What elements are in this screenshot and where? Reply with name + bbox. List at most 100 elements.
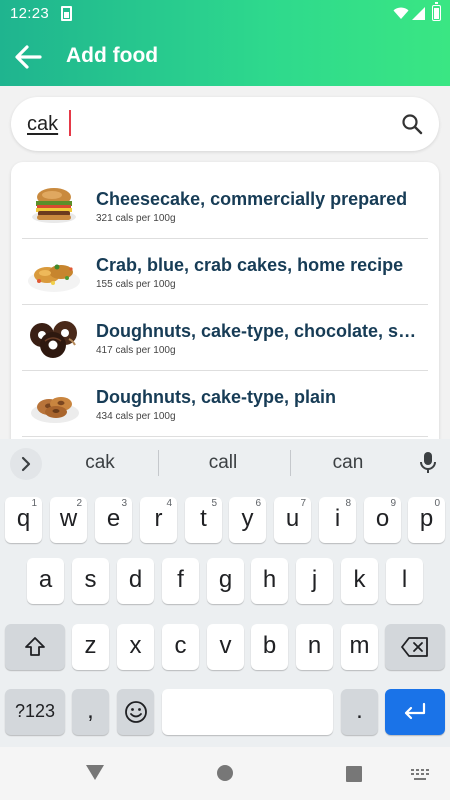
battery-icon (432, 2, 441, 21)
food-name: Crab, blue, crab cakes, home recipe (96, 255, 404, 275)
key-u[interactable]: u7 (274, 497, 311, 543)
key-k[interactable]: k (341, 558, 378, 604)
food-name: Cheesecake, commercially prepared (96, 189, 408, 209)
suggestion-can[interactable]: can (293, 452, 403, 474)
suggestion-strip: cak call can (0, 439, 450, 487)
list-item[interactable]: Doughnuts, cake-type, chocolate, sugared… (22, 305, 428, 371)
plain-doughnuts-image (27, 377, 81, 431)
key-x[interactable]: x (117, 624, 154, 670)
list-item[interactable]: Crab, blue, crab cakes, home recipe 155 … (22, 239, 428, 305)
key-t[interactable]: t5 (185, 497, 222, 543)
suggestion-call[interactable]: call (168, 452, 278, 474)
suggestion-cak[interactable]: cak (45, 452, 155, 474)
key-hint: 9 (390, 498, 396, 509)
enter-icon (404, 702, 426, 720)
emoji-key[interactable] (117, 689, 154, 735)
key-z[interactable]: z (72, 624, 109, 670)
period-key[interactable]: . (341, 689, 378, 735)
key-w[interactable]: w2 (50, 497, 87, 543)
results-list: Cheesecake, commercially prepared 321 ca… (11, 162, 439, 452)
microphone-icon[interactable] (419, 451, 437, 475)
key-label: u (285, 505, 300, 532)
key-o[interactable]: o9 (364, 497, 401, 543)
key-hint: 3 (121, 498, 127, 509)
recents-square-icon[interactable] (346, 766, 362, 782)
key-label: e (106, 505, 121, 532)
key-hint: 1 (31, 498, 37, 509)
shift-icon (25, 637, 45, 656)
key-label: t (200, 505, 207, 532)
divider (290, 450, 291, 476)
back-triangle-icon[interactable] (86, 765, 104, 781)
food-name: Doughnuts, cake-type, plain (96, 387, 337, 407)
key-hint: 5 (211, 498, 217, 509)
key-q[interactable]: q1 (5, 497, 42, 543)
expand-toolbar-button[interactable] (10, 448, 42, 480)
key-a[interactable]: a (27, 558, 64, 604)
key-g[interactable]: g (207, 558, 244, 604)
key-hint: 0 (434, 498, 440, 509)
key-label: o (375, 505, 390, 532)
food-name: Doughnuts, cake-type, chocolate, sugared… (96, 321, 426, 341)
text-cursor (69, 110, 71, 136)
symbols-key[interactable]: ?123 (5, 689, 65, 735)
cheesecake-image (27, 179, 81, 233)
page-title: Add food (66, 44, 159, 67)
key-v[interactable]: v (207, 624, 244, 670)
list-item[interactable]: Doughnuts, cake-type, plain 434 cals per… (22, 371, 428, 437)
shift-key[interactable] (5, 624, 65, 670)
chocolate-doughnuts-image (27, 311, 81, 365)
sim-card-icon (61, 6, 72, 21)
key-i[interactable]: i8 (319, 497, 356, 543)
status-bar: 12:23 (0, 0, 450, 28)
comma-key[interactable]: , (72, 689, 109, 735)
search-bar[interactable]: cak (11, 97, 439, 151)
key-f[interactable]: f (162, 558, 199, 604)
key-hint: 7 (300, 498, 306, 509)
search-icon[interactable] (400, 112, 424, 136)
key-label: r (154, 505, 163, 532)
crab-cakes-image (27, 245, 81, 299)
key-h[interactable]: h (251, 558, 288, 604)
wifi-icon (393, 7, 409, 19)
key-hint: 2 (76, 498, 82, 509)
home-circle-icon[interactable] (217, 765, 233, 781)
search-input[interactable]: cak (27, 113, 58, 136)
system-nav-bar (0, 747, 450, 800)
back-arrow-icon[interactable] (14, 44, 42, 70)
emoji-icon (124, 701, 147, 723)
key-hint: 6 (255, 498, 261, 509)
chevron-right-icon (21, 456, 31, 472)
cell-signal-icon (412, 7, 425, 20)
key-label: w (59, 505, 78, 532)
key-c[interactable]: c (162, 624, 199, 670)
backspace-key[interactable] (385, 624, 445, 670)
key-s[interactable]: s (72, 558, 109, 604)
key-hint: 4 (166, 498, 172, 509)
key-r[interactable]: r4 (140, 497, 177, 543)
key-y[interactable]: y6 (229, 497, 266, 543)
key-label: y (241, 505, 254, 532)
key-label: i (334, 505, 341, 532)
food-calories: 417 cals per 100g (96, 345, 176, 356)
key-m[interactable]: m (341, 624, 378, 670)
space-key[interactable] (162, 689, 333, 735)
key-d[interactable]: d (117, 558, 154, 604)
key-l[interactable]: l (386, 558, 423, 604)
key-j[interactable]: j (296, 558, 333, 604)
key-n[interactable]: n (296, 624, 333, 670)
key-e[interactable]: e3 (95, 497, 132, 543)
list-item[interactable]: Cheesecake, commercially prepared 321 ca… (22, 173, 428, 239)
soft-keyboard: cak call can q1 w2 e3 r4 t5 y6 u7 i8 o9 … (0, 439, 450, 747)
divider (158, 450, 159, 476)
key-b[interactable]: b (251, 624, 288, 670)
keyboard-switch-icon[interactable] (411, 769, 429, 781)
key-p[interactable]: p0 (408, 497, 445, 543)
food-calories: 155 cals per 100g (96, 279, 176, 290)
app-bar: Add food (0, 28, 450, 86)
food-calories: 321 cals per 100g (96, 213, 176, 224)
key-hint: 8 (345, 498, 351, 509)
enter-key[interactable] (385, 689, 445, 735)
key-label: p (419, 505, 434, 532)
backspace-icon (401, 637, 428, 657)
